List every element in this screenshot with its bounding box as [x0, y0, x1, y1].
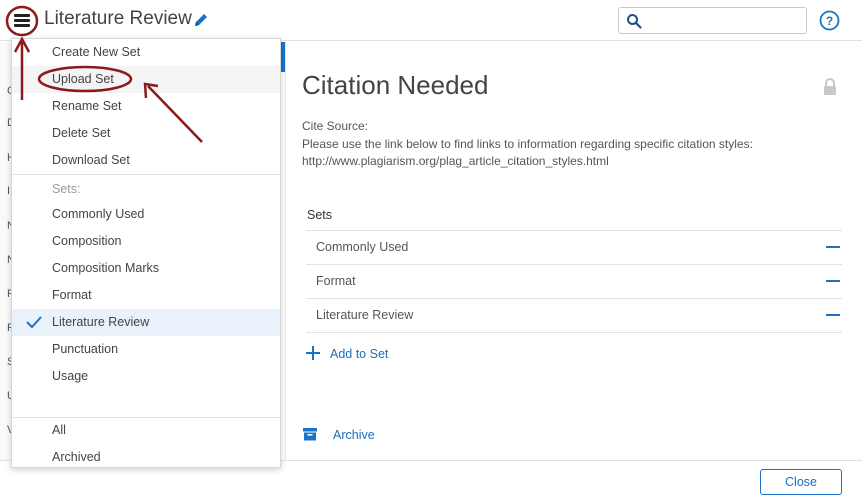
menu-set-label: Literature Review: [52, 315, 150, 329]
menu-item-archived[interactable]: Archived: [12, 444, 280, 471]
set-row: Literature Review: [306, 298, 842, 332]
panel-divider: [285, 42, 286, 460]
page-title: Literature Review: [44, 8, 192, 29]
divider: [306, 332, 842, 333]
sidebar-letter[interactable]: I: [7, 185, 10, 197]
cite-source-text: Cite Source: Please use the link below t…: [302, 118, 753, 171]
menu-set-commonly-used[interactable]: Commonly Used: [12, 201, 280, 228]
sets-heading: Sets: [307, 208, 333, 222]
menu-divider: [12, 174, 280, 175]
svg-text:?: ?: [826, 14, 833, 28]
set-row-label: Commonly Used: [316, 240, 409, 254]
menu-set-literature-review[interactable]: Literature Review: [12, 309, 280, 336]
hamburger-menu-icon[interactable]: [7, 6, 37, 34]
set-row: Commonly Used: [306, 230, 842, 264]
search-box[interactable]: [618, 7, 807, 34]
set-row-label: Literature Review: [316, 308, 414, 322]
pencil-edit-icon[interactable]: [193, 12, 209, 28]
remove-set-minus-icon[interactable]: [826, 314, 840, 316]
set-menu-dropdown: Create New Set Upload Set Rename Set Del…: [11, 38, 281, 468]
archive-box-icon: [303, 428, 317, 441]
menu-item-rename-set[interactable]: Rename Set: [12, 93, 280, 120]
remove-set-minus-icon[interactable]: [826, 280, 840, 282]
menu-item-create-new-set[interactable]: Create New Set: [12, 39, 280, 66]
menu-set-composition-marks[interactable]: Composition Marks: [12, 255, 280, 282]
menu-sets-heading: Sets:: [52, 182, 81, 196]
remove-set-minus-icon[interactable]: [826, 246, 840, 248]
archive-label: Archive: [333, 428, 375, 442]
cite-line: Cite Source:: [302, 119, 369, 133]
menu-item-delete-set[interactable]: Delete Set: [12, 120, 280, 147]
search-icon: [627, 14, 642, 29]
search-input[interactable]: [647, 11, 802, 30]
menu-set-composition[interactable]: Composition: [12, 228, 280, 255]
set-row-label: Format: [316, 274, 356, 288]
menu-set-usage[interactable]: Usage: [12, 363, 280, 390]
set-row: Format: [306, 264, 842, 298]
checkmark-icon: [26, 316, 42, 329]
lock-icon: [824, 78, 836, 95]
header-bar: Literature Review ?: [0, 0, 862, 41]
add-to-set-label: Add to Set: [330, 347, 389, 361]
cite-link[interactable]: http://www.plagiarism.org/plag_article_c…: [302, 153, 753, 171]
item-title: Citation Needed: [302, 70, 489, 100]
cite-line: Please use the link below to find links …: [302, 136, 753, 151]
menu-set-punctuation[interactable]: Punctuation: [12, 336, 280, 363]
help-icon[interactable]: ?: [819, 10, 840, 31]
close-button[interactable]: Close: [760, 469, 842, 495]
menu-item-download-set[interactable]: Download Set: [12, 147, 280, 174]
plus-icon: [306, 346, 320, 360]
menu-item-all[interactable]: All: [12, 417, 280, 444]
menu-item-upload-set[interactable]: Upload Set: [12, 66, 280, 93]
menu-set-format[interactable]: Format: [12, 282, 280, 309]
